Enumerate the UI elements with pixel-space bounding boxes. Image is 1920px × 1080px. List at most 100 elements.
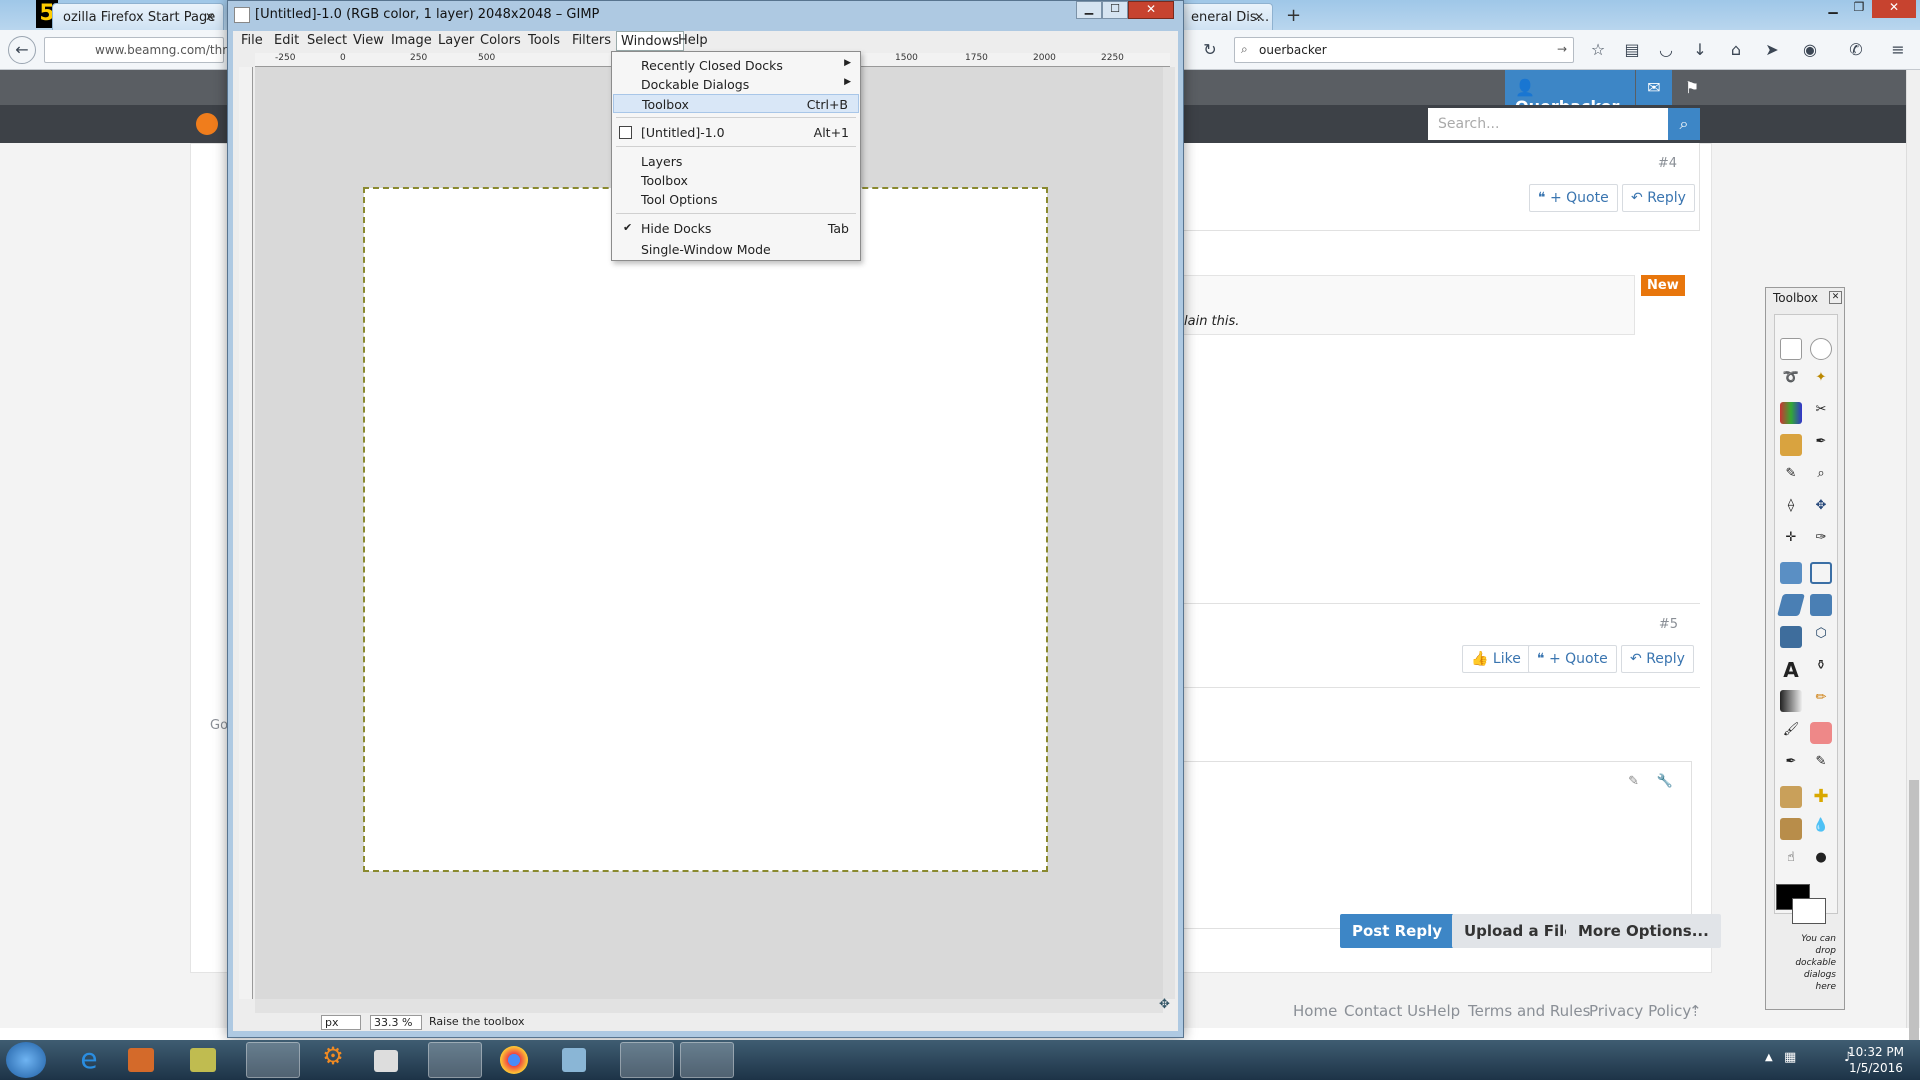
zoom-tool-icon[interactable]: ⌕ xyxy=(1810,466,1832,488)
post-number[interactable]: #5 xyxy=(1659,617,1678,632)
foreground-select-tool-icon[interactable] xyxy=(1780,434,1802,456)
menu-item-dockable-dialogs[interactable]: Dockable Dialogs ▶ xyxy=(613,75,859,94)
footer-home-link[interactable]: Home xyxy=(1293,1002,1337,1020)
text-tool-icon[interactable]: A xyxy=(1780,658,1802,682)
clock-date[interactable]: 1/5/2016 xyxy=(1840,1061,1912,1075)
bookmark-star-icon[interactable]: ☆ xyxy=(1588,40,1608,60)
background-color-swatch[interactable] xyxy=(1792,898,1826,924)
image-canvas[interactable] xyxy=(363,187,1048,872)
menu-colors[interactable]: Colors xyxy=(480,33,521,48)
ie-taskbar-icon[interactable]: e xyxy=(62,1042,116,1078)
footer-contact-link[interactable]: Contact Us xyxy=(1344,1002,1426,1020)
vertical-ruler[interactable] xyxy=(239,67,253,999)
menu-help[interactable]: Help xyxy=(678,33,708,48)
menu-view[interactable]: View xyxy=(353,33,384,48)
downloads-icon[interactable]: ↓ xyxy=(1690,40,1710,60)
menu-item-toolbox[interactable]: Toolbox xyxy=(613,171,859,190)
window-taskbar-icon[interactable] xyxy=(374,1050,398,1072)
move-tool-icon[interactable]: ✥ xyxy=(1810,498,1832,520)
home-icon[interactable]: ⌂ xyxy=(1726,40,1746,60)
user-account-link[interactable]: 👤 Ouerbacker xyxy=(1505,70,1635,116)
footer-help-link[interactable]: Help xyxy=(1426,1002,1460,1020)
gimp-title-bar[interactable]: [Untitled]-1.0 (RGB color, 1 layer) 2048… xyxy=(228,1,1183,29)
horizontal-scrollbar[interactable] xyxy=(255,999,1163,1013)
ink-tool-icon[interactable]: ✎ xyxy=(1810,754,1832,776)
reply-button[interactable]: ↶ Reply xyxy=(1621,645,1694,673)
menu-item-tool-options[interactable]: Tool Options xyxy=(613,190,859,209)
site-logo-icon[interactable] xyxy=(196,113,218,135)
menu-tools[interactable]: Tools xyxy=(528,33,560,48)
bookmarks-menu-icon[interactable]: ▤ xyxy=(1622,40,1642,60)
unit-select[interactable]: px xyxy=(321,1015,361,1030)
notepad-taskbar-icon[interactable] xyxy=(562,1048,586,1072)
chrome-taskbar-icon[interactable] xyxy=(500,1046,528,1074)
perspective-clone-tool-icon[interactable] xyxy=(1780,818,1802,840)
minimize-window-icon[interactable]: ▁ xyxy=(1820,0,1846,18)
menu-file[interactable]: File xyxy=(241,33,263,48)
site-search-input[interactable]: Search... xyxy=(1428,108,1668,140)
rotate-tool-icon[interactable] xyxy=(1780,562,1802,584)
quote-button[interactable]: ❝ + Quote xyxy=(1529,184,1618,212)
tab-general-discussion[interactable]: eneral Dis... ✕ xyxy=(1180,3,1273,30)
menu-item-recently-closed-docks[interactable]: Recently Closed Docks ▶ xyxy=(613,56,859,75)
navigate-icon[interactable]: ✥ xyxy=(1159,997,1175,1013)
eraser-tool-icon[interactable] xyxy=(1810,722,1832,744)
post-number[interactable]: #4 xyxy=(1658,156,1677,171)
reload-icon[interactable]: ↻ xyxy=(1200,40,1220,60)
go-arrow-icon[interactable]: → xyxy=(1557,42,1567,56)
back-icon[interactable]: ← xyxy=(8,36,36,64)
eraser-icon[interactable]: ✎ xyxy=(1628,774,1639,789)
toolbox-close-icon[interactable]: ✕ xyxy=(1829,291,1842,304)
blender-taskbar-icon[interactable]: ⚙ xyxy=(306,1042,360,1078)
gimp-maximize-icon[interactable]: ☐ xyxy=(1102,1,1128,19)
crop-tool-icon[interactable]: ✑ xyxy=(1810,530,1832,552)
close-tab-icon[interactable]: ✕ xyxy=(205,10,215,24)
heal-tool-icon[interactable]: ✚ xyxy=(1810,786,1832,808)
wrench-icon[interactable]: 🔧 xyxy=(1657,774,1673,789)
color-picker-tool-icon[interactable]: ✎ xyxy=(1780,466,1802,488)
share-icon[interactable]: ➤ xyxy=(1762,40,1782,60)
inbox-icon[interactable]: ✉ xyxy=(1636,70,1672,105)
explorer-taskbar-icon[interactable] xyxy=(428,1042,482,1078)
search-bar[interactable]: ⌕ ouerbacker → xyxy=(1234,37,1574,63)
paintbrush-tool-icon[interactable]: 🖌 xyxy=(1780,722,1802,744)
free-select-tool-icon[interactable]: ➰ xyxy=(1780,370,1802,392)
align-tool-icon[interactable]: ✛ xyxy=(1780,530,1802,552)
url-bar[interactable]: www.beamng.com/thre xyxy=(44,37,234,63)
perspective-tool-icon[interactable] xyxy=(1810,594,1832,616)
chat-icon[interactable]: ✆ xyxy=(1846,40,1866,60)
menu-item-image-untitled[interactable]: [Untitled]-1.0 Alt+1 xyxy=(613,123,859,142)
menu-layer[interactable]: Layer xyxy=(438,33,474,48)
network-icon[interactable]: ▦ xyxy=(1784,1050,1796,1065)
scrollbar-thumb[interactable] xyxy=(1909,780,1919,1050)
fuzzy-select-tool-icon[interactable]: ✦ xyxy=(1810,370,1832,392)
tab-firefox-start[interactable]: ozilla Firefox Start Page ✕ xyxy=(52,3,224,30)
start-button-icon[interactable] xyxy=(6,1042,46,1078)
media-taskbar-icon[interactable] xyxy=(128,1048,154,1072)
menu-item-toolbox-raise[interactable]: Toolbox Ctrl+B xyxy=(613,94,859,113)
paths-tool-icon[interactable]: ✒ xyxy=(1810,434,1832,456)
menu-filters[interactable]: Filters xyxy=(572,33,611,48)
menu-hamburger-icon[interactable]: ≡ xyxy=(1888,40,1908,60)
close-window-icon[interactable]: ✕ xyxy=(1872,0,1916,18)
flip-tool-icon[interactable] xyxy=(1780,626,1802,648)
smudge-tool-icon[interactable]: ☝ xyxy=(1780,850,1802,872)
clone-tool-icon[interactable] xyxy=(1780,786,1802,808)
like-button[interactable]: 👍 Like xyxy=(1462,645,1530,673)
firefox-taskbar-icon[interactable] xyxy=(246,1042,300,1078)
gimp-minimize-icon[interactable]: ▁ xyxy=(1076,1,1102,19)
post-reply-button[interactable]: Post Reply xyxy=(1340,914,1454,948)
clock-time[interactable]: 10:32 PM xyxy=(1840,1045,1912,1059)
bucket-fill-tool-icon[interactable]: ⚱ xyxy=(1810,658,1832,680)
slideshow-taskbar-icon[interactable] xyxy=(190,1048,216,1072)
game-taskbar-icon[interactable] xyxy=(620,1042,674,1078)
page-scrollbar[interactable] xyxy=(1906,70,1920,1050)
menu-select[interactable]: Select xyxy=(307,33,347,48)
cage-tool-icon[interactable]: ⬡ xyxy=(1810,626,1832,648)
reply-editor[interactable]: ✎ 🔧 xyxy=(1180,761,1692,929)
menu-item-layers[interactable]: Layers xyxy=(613,152,859,171)
measure-tool-icon[interactable]: ⟠ xyxy=(1780,498,1802,520)
blend-tool-icon[interactable] xyxy=(1780,690,1802,712)
new-tab-button[interactable]: + xyxy=(1286,5,1301,26)
menu-image[interactable]: Image xyxy=(391,33,432,48)
